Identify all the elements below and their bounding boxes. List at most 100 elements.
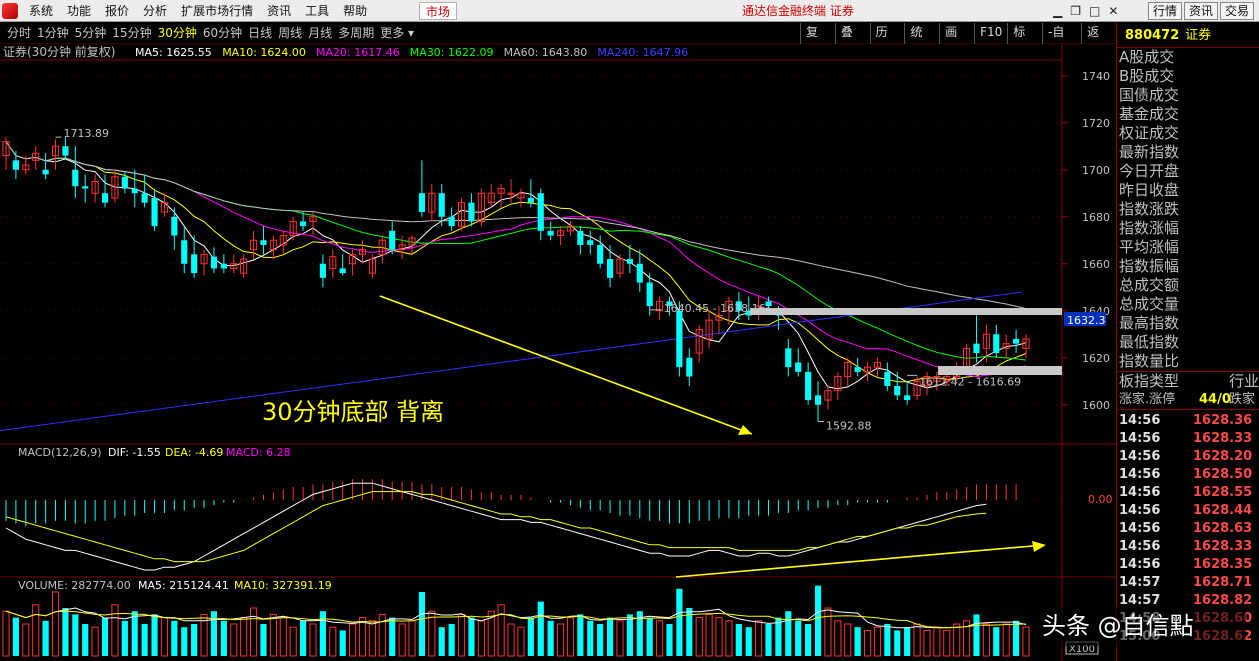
volume-bar-down [597,624,604,656]
volume-bar-down [151,614,158,656]
menu-item[interactable]: 功能 [60,0,98,22]
tick-price: 1628.33 [1193,431,1253,446]
tick-time: 14:56 [1119,467,1161,482]
volume-bar-down [62,608,69,656]
volume-bar-down [904,627,911,656]
candle-down [339,268,346,274]
volume-bar-down [814,585,822,656]
volume-bar-down [626,614,633,656]
tick-row[interactable]: 14:56 1628.50 [1117,466,1259,484]
candle-down [626,259,633,264]
menu-item[interactable]: 工具 [298,0,336,22]
menu-item[interactable]: 资讯 [260,0,298,22]
volume-bar-down [785,611,792,656]
tick-price: 1628.55 [1193,485,1253,500]
candle-down [1013,338,1020,344]
tick-row[interactable]: 14:56 1628.36 [1117,412,1259,430]
candle-down [577,230,584,245]
candle-down [181,240,188,264]
limit-label: 涨家.涨停 [1119,392,1176,407]
period-tab[interactable]: 日线 [245,22,275,44]
volume-bar-down [319,611,326,656]
tick-row[interactable]: 14:56 1628.33 [1117,538,1259,556]
limit-value: 44/0 [1199,392,1231,407]
tick-row[interactable]: 14:56 1628.55 [1117,484,1259,502]
candle-down [894,385,901,396]
ma-legend-item: MA30: 1622.09 [410,46,494,59]
module-button[interactable]: 交易 [1220,2,1255,20]
menu-bar: 系统 功能 报价 分析 扩展市场行情 资讯 工具 帮助 市场 通达信金融终端 证券 ▁ ❐ □… [0,0,1259,22]
period-tab[interactable]: 5分钟 [72,22,110,44]
candle-down [260,240,267,245]
quote-field-label: A股成交 [1119,48,1175,66]
menu-item[interactable]: 报价 [98,0,136,22]
candle-down [62,146,69,156]
tick-row[interactable]: 14:56 1628.35 [1117,556,1259,574]
volume-bar-down [1013,620,1020,656]
period-tab[interactable]: 15分钟 [109,22,154,44]
quote-header: 880472 证券 [1117,22,1259,48]
period-tab[interactable]: 60分钟 [200,22,245,44]
maximize-icon[interactable]: □ [1089,3,1100,19]
kline-chart[interactable]: 证券(30分钟 前复权) MA5: 1625.55 MA10: 1624.00 MA… [0,44,1116,661]
quote-field-label: 昨日收盘 [1119,181,1180,199]
menu-item[interactable]: 系统 [22,0,60,22]
close-icon[interactable]: ✕ [1108,3,1118,19]
tick-row[interactable]: 14:56 1628.63 [1117,520,1259,538]
restore-icon[interactable]: ❐ [1070,3,1081,19]
period-tab[interactable]: 月线 [305,22,335,44]
period-tab[interactable]: 多周期 [335,22,377,44]
app-title: 通达信金融终端 证券 [742,4,854,18]
tick-time: 14:56 [1119,449,1161,464]
candle-down [854,367,861,372]
ma-legend-item: MA10: 1624.00 [222,46,306,59]
period-tabs: 分时 1分钟 5分钟 15分钟 30分钟 60分钟 日线 周线 月线 多周期 更多 ▾ [4,22,417,44]
candle-down [814,395,822,405]
volume-bar-down [973,614,980,656]
volume-label: VOLUME: 282774.00 [18,579,131,592]
menu-item[interactable]: 扩展市场行情 [174,0,260,22]
candle-down [101,193,109,203]
y-tick-label: 1740 [1082,70,1110,83]
candle-down [42,169,49,175]
candle-down [418,193,425,213]
candle-down [220,263,227,269]
volume-bar-down [854,627,861,656]
period-toolbar: 分时1分钟5分钟15分钟30分钟60分钟日线周线月线多周期更多 ▾ 复权叠加历史… [0,22,1116,61]
tick-row[interactable]: 14:56 1628.33 [1117,430,1259,448]
volume-bar-down [300,620,307,656]
period-tab[interactable]: 分时 [4,22,34,44]
volume-bar-down [220,620,227,656]
price-mark: 1612.42 - 1616.69 [919,375,1021,388]
volume-bar-down [260,624,267,656]
minimize-icon[interactable]: ▁ [1053,3,1062,19]
y-tick-label: 1600 [1082,399,1110,412]
volume-bar-down [131,611,138,656]
menu-item[interactable]: 帮助 [336,0,374,22]
volume-bar-down [101,617,109,656]
period-tab[interactable]: 更多 ▾ [377,22,417,44]
tick-time: 14:57 [1119,575,1161,590]
module-button[interactable]: 行情 [1148,2,1183,20]
volume-bar-down [884,624,891,656]
candle-down [468,202,475,222]
tick-price: 1628.71 [1193,575,1253,590]
tick-row[interactable]: 14:57 1628.71 [1117,574,1259,592]
chart-canvas[interactable]: 证券(30分钟 前复权) MA5: 1625.55 MA10: 1624.00 MA… [0,44,1116,661]
period-tab[interactable]: 1分钟 [34,22,72,44]
menu-item[interactable]: 分析 [136,0,174,22]
tick-row[interactable]: 14:56 1628.20 [1117,448,1259,466]
tick-price: 1628.50 [1193,467,1253,482]
volume-bar-down [765,624,772,656]
module-button[interactable]: 资讯 [1184,2,1219,20]
candle-down [973,343,980,354]
candle-down [448,216,455,227]
board-type-label: 板指类型 [1119,372,1180,390]
market-menu-button[interactable]: 市场 [419,2,458,20]
tick-time: 14:56 [1119,413,1161,428]
period-tab[interactable]: 30分钟 [155,22,200,44]
candle-down [537,193,544,231]
period-tab[interactable]: 周线 [275,22,305,44]
tick-row[interactable]: 14:56 1628.44 [1117,502,1259,520]
volume-bar-down [775,617,782,656]
